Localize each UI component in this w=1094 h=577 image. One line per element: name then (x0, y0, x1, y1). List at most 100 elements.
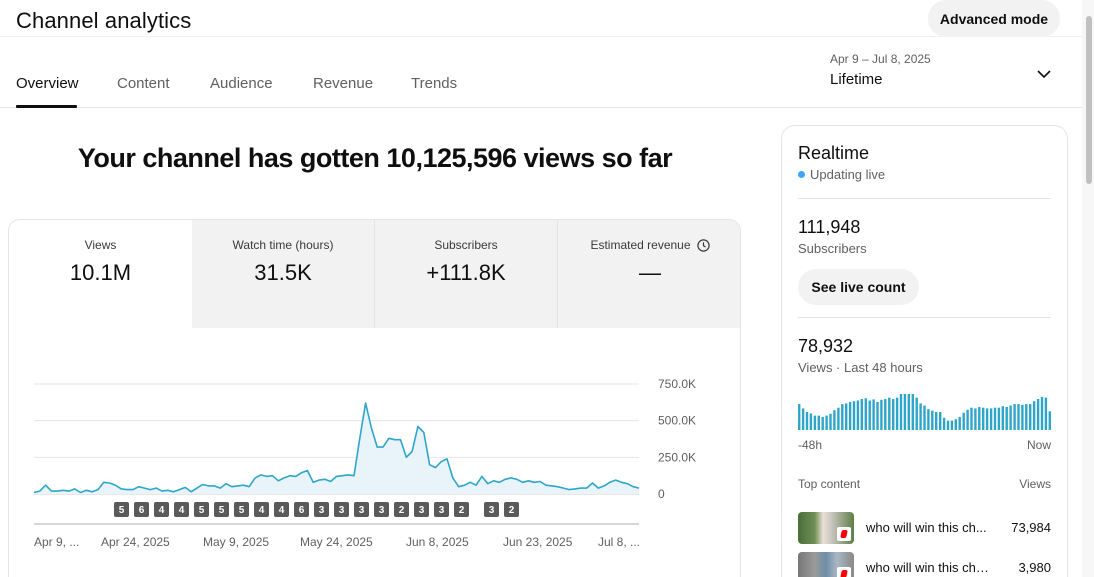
realtime-bar (856, 400, 860, 430)
video-marker-count: 5 (219, 505, 225, 516)
realtime-bar (1001, 406, 1004, 430)
realtime-bar (978, 407, 981, 430)
realtime-bar (1009, 405, 1012, 430)
date-range-label: Lifetime (830, 71, 883, 88)
scrollbar-thumb[interactable] (1086, 16, 1092, 184)
realtime-bar (911, 394, 914, 430)
realtime-bar (958, 417, 961, 430)
realtime-bar (798, 404, 801, 430)
divider (798, 198, 1051, 199)
video-marker-count: 4 (159, 505, 165, 516)
advanced-mode-button[interactable]: Advanced mode (928, 0, 1060, 37)
video-title[interactable]: who will win this ch... (866, 520, 992, 535)
x-tick-label: May 9, 2025 (203, 535, 269, 549)
realtime-bar (997, 407, 1001, 430)
realtime-bar (860, 399, 863, 430)
views-area-fill (34, 403, 639, 494)
page-header: Channel analytics Advanced mode (0, 0, 1082, 37)
realtime-bar (801, 408, 805, 430)
realtime-bar (903, 394, 907, 430)
video-marker-count: 5 (119, 505, 125, 516)
realtime-bar (852, 401, 856, 430)
divider (798, 317, 1051, 318)
y-tick-label: 250.0K (658, 450, 696, 464)
realtime-bar (985, 408, 989, 430)
realtime-bar (974, 408, 977, 430)
page-title: Channel analytics (16, 8, 192, 33)
realtime-bar (1048, 411, 1051, 430)
live-dot-icon (798, 171, 805, 178)
realtime-axis-start: -48h (798, 438, 823, 452)
realtime-bar (939, 412, 942, 430)
realtime-bar (845, 403, 848, 430)
x-tick-label: May 24, 2025 (300, 535, 373, 549)
tab-audience[interactable]: Audience (210, 75, 273, 92)
realtime-bar (805, 412, 809, 430)
realtime-bar (1036, 399, 1040, 430)
realtime-title: Realtime (798, 143, 870, 163)
top-content-item[interactable]: who will win this ch... 73,984 (798, 512, 1051, 546)
realtime-bar (950, 420, 954, 430)
tab-content[interactable]: Content (117, 75, 170, 92)
realtime-bar (888, 397, 891, 430)
realtime-bar (1021, 404, 1024, 430)
realtime-bar (899, 394, 903, 430)
realtime-bar (1044, 397, 1048, 430)
realtime-bar (864, 398, 867, 430)
see-live-count-button[interactable]: See live count (798, 269, 919, 305)
realtime-bar (880, 399, 883, 430)
realtime-bar (821, 417, 824, 430)
realtime-bar (848, 401, 852, 430)
video-marker-count: 6 (299, 505, 305, 516)
realtime-bar (895, 397, 899, 430)
realtime-bar (942, 417, 946, 430)
tab-trends[interactable]: Trends (411, 75, 457, 92)
video-views: 73,984 (1011, 520, 1051, 535)
realtime-bar (884, 399, 887, 430)
realtime-bar (927, 409, 930, 430)
x-tick-label: Apr 24, 2025 (101, 535, 170, 549)
realtime-views-chart[interactable] (798, 388, 1051, 430)
chevron-down-icon[interactable] (1036, 66, 1052, 87)
tab-revenue[interactable]: Revenue (313, 75, 373, 92)
video-views: 3,980 (1018, 560, 1051, 575)
x-tick-label: Jun 23, 2025 (503, 535, 573, 549)
x-tick-label: Apr 9, ... (34, 535, 79, 549)
views-column-heading: Views (1019, 477, 1051, 491)
date-range-picker[interactable]: Apr 9 – Jul 8, 2025 Lifetime (830, 52, 1060, 100)
video-title[interactable]: who will win this cha... (866, 560, 992, 575)
realtime-bar (919, 403, 922, 430)
views-chart[interactable]: 750.0K 500.0K 250.0K 0 5 6 4 4 5 5 5 4 4 6 3 3 3 3 2 3 3 2 3 2 A… (9, 220, 741, 577)
realtime-bar (954, 419, 957, 430)
realtime-card: Realtime Updating live 111,948 Subscribe… (781, 125, 1068, 577)
top-content-item[interactable]: who will win this cha... 3,980 (798, 552, 1051, 577)
realtime-views-label: Views · Last 48 hours (798, 360, 923, 375)
overview-chart-card: Views 10.1M Watch time (hours) 31.5K Sub… (8, 219, 741, 577)
video-marker-count: 3 (339, 505, 345, 516)
realtime-bar (1029, 404, 1032, 430)
video-marker-count: 3 (319, 505, 325, 516)
video-marker-count: 2 (509, 505, 515, 516)
realtime-views-value: 78,932 (798, 336, 854, 356)
realtime-bar (966, 409, 969, 430)
top-content-heading: Top content (798, 477, 861, 491)
video-marker-count: 4 (179, 505, 185, 516)
realtime-bar (829, 413, 832, 430)
realtime-bar (1005, 407, 1008, 430)
video-thumbnail[interactable] (798, 552, 854, 577)
video-marker-count: 3 (419, 505, 425, 516)
video-marker-count: 4 (279, 505, 285, 516)
x-tick-label: Jul 8, ... (598, 535, 640, 549)
realtime-bar (837, 407, 840, 430)
realtime-bar (813, 415, 817, 430)
realtime-bar (962, 412, 965, 430)
realtime-bar (935, 412, 938, 430)
realtime-bar (923, 405, 926, 430)
realtime-bar (876, 401, 879, 430)
tab-overview[interactable]: Overview (16, 75, 79, 92)
video-thumbnail[interactable] (798, 512, 854, 544)
y-tick-label: 500.0K (658, 414, 696, 428)
shorts-icon (837, 567, 851, 577)
active-tab-indicator (16, 105, 77, 108)
realtime-bar (1017, 404, 1020, 430)
